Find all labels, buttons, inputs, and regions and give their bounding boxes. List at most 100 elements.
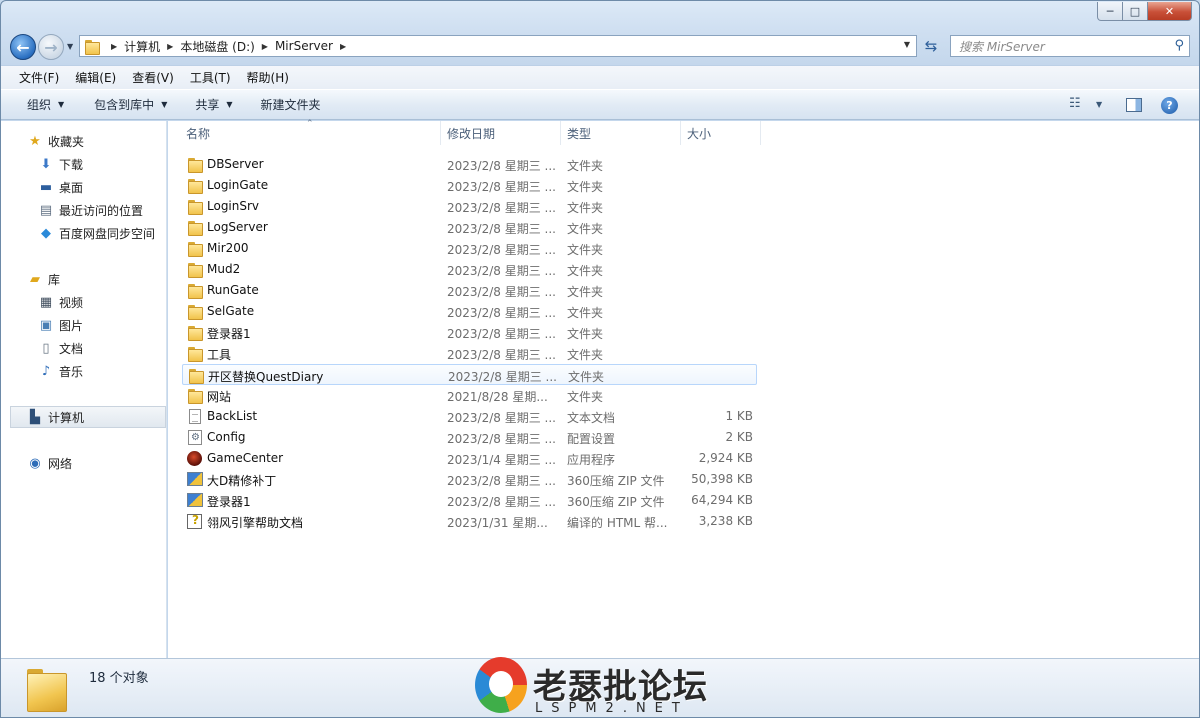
file-row[interactable]: 网站 2021/8/28 星期... 文件夹 [182, 385, 757, 406]
file-size: 2,924 KB [698, 451, 753, 465]
file-row[interactable]: 翎风引擎帮助文档 2023/1/31 星期... 编译的 HTML 帮... 3,23… [182, 511, 757, 532]
file-row[interactable]: 大D精修补丁 2023/2/8 星期三 ... 360压缩 ZIP 文件 50,398… [182, 469, 757, 490]
file-date: 2023/2/8 星期三 ... [447, 159, 556, 173]
back-button[interactable]: ← [10, 34, 36, 60]
new-folder-button[interactable]: 新建文件夹 [247, 96, 335, 113]
menu-help[interactable]: 帮助(H) [247, 69, 289, 86]
breadcrumb-mirserver[interactable]: MirServer [275, 39, 333, 53]
chevron-right-icon[interactable]: ▶ [262, 42, 268, 51]
chevron-down-icon: ▼ [226, 100, 233, 109]
chm-help-icon [187, 513, 202, 529]
file-type: 360压缩 ZIP 文件 [567, 495, 665, 509]
folder-icon [187, 283, 203, 299]
file-row[interactable]: RunGate 2023/2/8 星期三 ... 文件夹 [182, 280, 757, 301]
file-size: 50,398 KB [691, 472, 753, 486]
picture-icon: ▣ [39, 317, 53, 333]
menu-file[interactable]: 文件(F) [19, 69, 59, 86]
refresh-button[interactable]: ⇆ [919, 35, 943, 57]
file-name: 翎风引擎帮助文档 [207, 516, 304, 530]
column-header-size[interactable]: 大小 [681, 121, 761, 145]
organize-button[interactable]: 组织 ▼ [1, 96, 78, 113]
file-type: 应用程序 [567, 453, 616, 467]
menu-edit[interactable]: 编辑(E) [75, 69, 116, 86]
file-type: 文件夹 [567, 306, 604, 320]
folder-icon [188, 368, 204, 384]
file-type: 文件夹 [567, 390, 604, 404]
menu-tools[interactable]: 工具(T) [190, 69, 231, 86]
column-header-name[interactable]: 名称 [180, 121, 441, 145]
preview-pane-icon[interactable] [1126, 98, 1142, 112]
breadcrumb-local-disk[interactable]: 本地磁盘 (D:) [180, 38, 254, 55]
nav-downloads-label: 下载 [59, 157, 84, 172]
file-row[interactable]: LoginGate 2023/2/8 星期三 ... 文件夹 [182, 175, 757, 196]
file-type: 文件夹 [567, 159, 604, 173]
close-button[interactable]: ✕ [1148, 2, 1192, 21]
recent-pages-dropdown[interactable]: ▼ [67, 42, 73, 51]
file-date: 2023/2/8 星期三 ... [447, 264, 556, 278]
folder-icon [187, 241, 203, 257]
maximize-button[interactable]: □ [1123, 2, 1148, 21]
folder-icon [187, 325, 203, 341]
chevron-right-icon[interactable]: ▶ [111, 42, 117, 51]
menu-bar: 文件(F) 编辑(E) 查看(V) 工具(T) 帮助(H) [1, 65, 1199, 89]
file-row[interactable]: 登录器1 2023/2/8 星期三 ... 360压缩 ZIP 文件 64,294 K… [182, 490, 757, 511]
folder-icon [187, 157, 203, 173]
search-icon[interactable]: ⚲ [1174, 38, 1184, 53]
file-row[interactable]: DBServer 2023/2/8 星期三 ... 文件夹 [182, 154, 757, 175]
nav-videos-label: 视频 [59, 295, 84, 310]
folder-icon [27, 665, 67, 712]
file-name: LoginGate [207, 178, 269, 192]
folder-icon [187, 262, 203, 278]
forward-button[interactable]: → [38, 34, 64, 60]
file-type: 文件夹 [567, 285, 604, 299]
download-folder-icon: ⬇ [40, 156, 52, 172]
column-header-type[interactable]: 类型 [561, 121, 681, 145]
chevron-right-icon[interactable]: ▶ [167, 42, 173, 51]
nav-computer[interactable]: ▙ 计算机 [10, 406, 166, 428]
file-row[interactable]: Config 2023/2/8 星期三 ... 配置设置 2 KB [182, 427, 757, 448]
file-row[interactable]: Mir200 2023/2/8 星期三 ... 文件夹 [182, 238, 757, 259]
column-header-date[interactable]: 修改日期 [441, 121, 561, 145]
breadcrumb-computer[interactable]: 计算机 [124, 38, 160, 55]
file-date: 2023/1/31 星期... [447, 516, 548, 530]
nav-recent-label: 最近访问的位置 [59, 203, 144, 218]
file-row[interactable]: LoginSrv 2023/2/8 星期三 ... 文件夹 [182, 196, 757, 217]
file-type: 编译的 HTML 帮... [567, 516, 668, 530]
computer-icon: ▙ [30, 409, 40, 425]
chevron-down-icon[interactable]: ▼ [1096, 100, 1102, 109]
help-icon[interactable]: ? [1161, 97, 1178, 114]
file-row[interactable]: LogServer 2023/2/8 星期三 ... 文件夹 [182, 217, 757, 238]
item-count: 18 个对象 [89, 671, 149, 686]
file-name: SelGate [207, 304, 255, 318]
address-history-dropdown[interactable]: ▼ [904, 40, 910, 49]
share-label: 共享 [195, 98, 220, 112]
file-size: 64,294 KB [691, 493, 753, 507]
network-icon: ◉ [29, 455, 41, 471]
chevron-right-icon[interactable]: ▶ [340, 42, 346, 51]
watermark-subtitle: LSPM2.NET [535, 701, 689, 716]
file-row[interactable]: Mud2 2023/2/8 星期三 ... 文件夹 [182, 259, 757, 280]
file-row[interactable]: 工具 2023/2/8 星期三 ... 文件夹 [182, 343, 757, 364]
minimize-button[interactable]: ─ [1097, 2, 1123, 21]
file-date: 2023/2/8 星期三 ... [447, 411, 556, 425]
file-row[interactable]: 开区替换QuestDiary 2023/2/8 星期三 ... 文件夹 [182, 364, 757, 385]
file-row[interactable]: GameCenter 2023/1/4 星期三 ... 应用程序 2,924 KB [182, 448, 757, 469]
view-options-icon[interactable]: ☷ [1069, 96, 1081, 111]
file-date: 2023/2/8 星期三 ... [447, 306, 556, 320]
menu-view[interactable]: 查看(V) [132, 69, 174, 86]
file-row[interactable]: BackList 2023/2/8 星期三 ... 文本文档 1 KB [182, 406, 757, 427]
file-date: 2023/2/8 星期三 ... [448, 370, 557, 384]
file-row[interactable]: SelGate 2023/2/8 星期三 ... 文件夹 [182, 301, 757, 322]
file-date: 2023/2/8 星期三 ... [447, 474, 556, 488]
navigation-pane: ★ 收藏夹 ⬇ 下载 ▬ 桌面 ▤ 最近访问的位置 ◆ 百度网盘同步空间 ▰ 库… [1, 121, 167, 658]
address-bar[interactable]: ▶ 计算机 ▶ 本地磁盘 (D:) ▶ MirServer ▶ ▼ [79, 35, 917, 57]
file-size: 1 KB [725, 409, 753, 423]
forward-arrow-icon: → [44, 37, 58, 57]
file-name: 登录器1 [207, 327, 251, 341]
folder-icon [187, 388, 203, 404]
file-row[interactable]: 登录器1 2023/2/8 星期三 ... 文件夹 [182, 322, 757, 343]
include-in-library-button[interactable]: 包含到库中 ▼ [78, 96, 181, 113]
share-button[interactable]: 共享 ▼ [181, 96, 246, 113]
file-name: BackList [207, 409, 258, 423]
search-input[interactable]: 搜索 MirServer ⚲ [950, 35, 1190, 57]
